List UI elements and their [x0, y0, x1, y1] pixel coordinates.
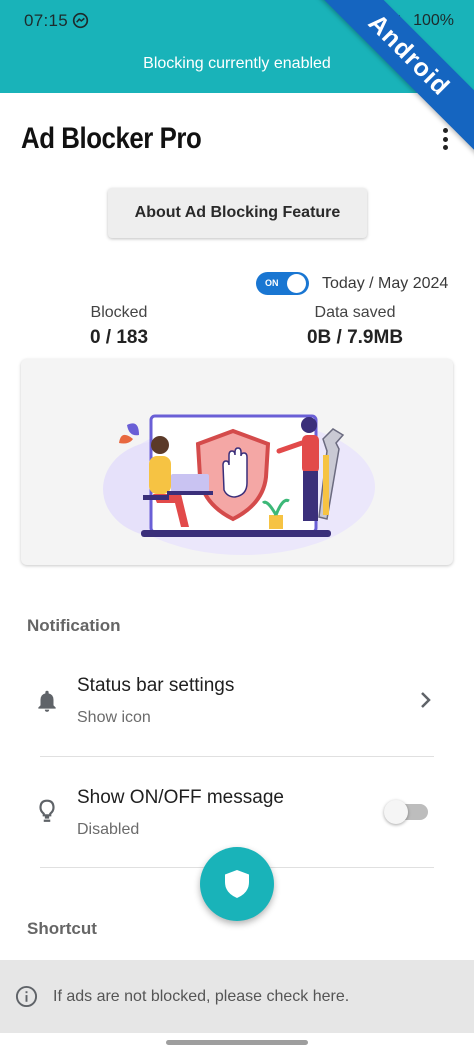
divider	[40, 756, 434, 757]
help-info-bar[interactable]: If ads are not blocked, please check her…	[0, 960, 474, 1033]
bell-icon	[38, 690, 56, 712]
help-info-text: If ads are not blocked, please check her…	[53, 988, 350, 1005]
show-on-off-message-title: Show ON/OFF message	[77, 787, 284, 808]
more-options-icon[interactable]	[438, 124, 452, 154]
blocked-stat: Blocked 0 / 183	[40, 304, 198, 349]
messenger-icon	[72, 12, 89, 29]
lightbulb-icon	[39, 799, 55, 822]
shield-icon	[225, 870, 249, 898]
shortcut-section-title: Shortcut	[27, 919, 97, 938]
period-label: Today / May 2024	[322, 275, 449, 292]
show-on-off-message-subtitle: Disabled	[77, 821, 140, 838]
chevron-right-icon[interactable]	[418, 690, 434, 710]
status-bar-settings-row[interactable]: Status bar settings Show icon	[0, 658, 474, 754]
ad-blocking-illustration	[21, 359, 453, 565]
toggle-knob	[287, 274, 306, 293]
status-time: 07:15	[24, 11, 69, 30]
info-icon	[15, 985, 38, 1008]
gesture-navigation-handle[interactable]	[166, 1040, 308, 1045]
blocked-value: 0 / 183	[89, 327, 149, 348]
data-saved-label: Data saved	[314, 304, 396, 321]
on-off-message-toggle[interactable]	[384, 800, 428, 824]
status-bar-settings-subtitle: Show icon	[77, 709, 151, 726]
data-saved-stat: Data saved 0B / 7.9MB	[270, 304, 440, 349]
blocking-toggle[interactable]: ON	[256, 272, 309, 295]
data-saved-value: 0B / 7.9MB	[306, 327, 404, 348]
status-bar-settings-title: Status bar settings	[77, 675, 235, 696]
app-title: Ad Blocker Pro	[21, 122, 202, 155]
about-ad-blocking-button[interactable]: About Ad Blocking Feature	[108, 188, 367, 238]
shield-fab-button[interactable]	[200, 847, 274, 921]
toggle-knob	[384, 800, 408, 824]
notification-section-title: Notification	[27, 616, 121, 635]
blocked-label: Blocked	[90, 304, 148, 321]
battery-text: 100%	[413, 12, 454, 29]
toggle-on-label: ON	[265, 278, 279, 288]
